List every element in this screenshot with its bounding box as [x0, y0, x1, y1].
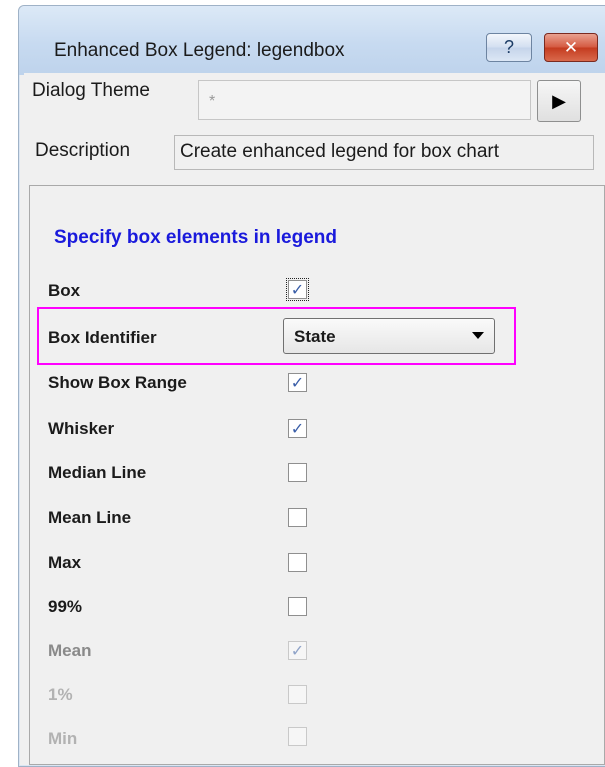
show-box-range-checkbox[interactable]: ✓: [288, 373, 307, 392]
title-bar[interactable]: Enhanced Box Legend: legendbox ? ✕: [19, 6, 605, 75]
mean-line-checkbox[interactable]: [288, 508, 307, 527]
theme-menu-button[interactable]: ▶: [537, 80, 581, 122]
p1-checkbox: [288, 685, 307, 704]
p99-checkbox[interactable]: [288, 597, 307, 616]
median-line-checkbox[interactable]: [288, 463, 307, 482]
whisker-checkbox[interactable]: ✓: [288, 419, 307, 438]
help-button[interactable]: ?: [486, 33, 532, 62]
dialog-theme-value: *: [209, 93, 216, 110]
description-value: Create enhanced legend for box chart: [180, 141, 499, 162]
dialog-theme-input[interactable]: *: [198, 80, 531, 120]
mean-checkbox: ✓: [288, 641, 307, 660]
mean-label: Mean: [48, 641, 92, 660]
mean-line-label: Mean Line: [48, 508, 132, 527]
check-icon: ✓: [290, 281, 305, 299]
box-label: Box: [48, 281, 81, 300]
dialog-theme-label: Dialog Theme: [32, 80, 150, 101]
median-line-label: Median Line: [48, 463, 147, 482]
section-title: Specify box elements in legend: [54, 227, 337, 248]
min-label: Min: [48, 729, 78, 748]
check-icon: ✓: [290, 420, 305, 438]
show-box-range-label: Show Box Range: [48, 373, 187, 392]
whisker-label: Whisker: [48, 419, 115, 438]
box-identifier-dropdown[interactable]: State: [283, 318, 495, 354]
min-checkbox: [288, 727, 307, 746]
p99-label: 99%: [48, 597, 83, 616]
description-field: Create enhanced legend for box chart: [174, 135, 594, 170]
box-identifier-label: Box Identifier: [48, 328, 157, 347]
check-icon: ✓: [290, 374, 305, 392]
box-identifier-value: State: [294, 327, 336, 346]
play-arrow-icon: ▶: [552, 90, 566, 111]
description-label: Description: [35, 140, 131, 161]
max-checkbox[interactable]: [288, 553, 307, 572]
dropdown-arrow-icon: [472, 332, 484, 339]
close-button[interactable]: ✕: [544, 33, 598, 62]
check-icon: ✓: [290, 642, 305, 660]
close-icon: ✕: [563, 37, 579, 57]
max-label: Max: [48, 553, 82, 572]
p1-label: 1%: [48, 685, 73, 704]
box-checkbox[interactable]: ✓: [286, 278, 309, 301]
help-icon: ?: [503, 37, 514, 57]
window-title: Enhanced Box Legend: legendbox: [54, 40, 345, 61]
